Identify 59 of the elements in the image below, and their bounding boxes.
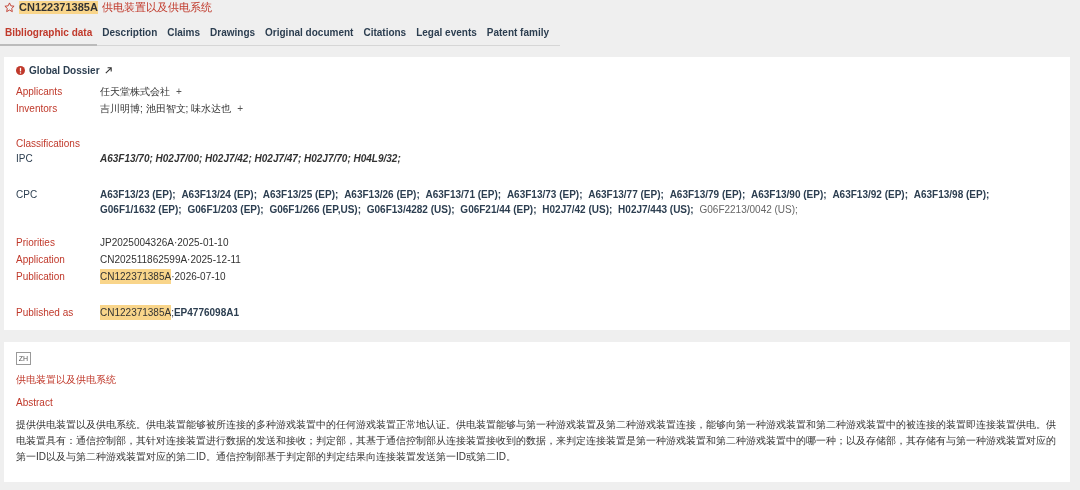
publication-number: CN122371385A [19,1,98,14]
tab[interactable]: Bibliographic data [0,22,98,46]
classification-code[interactable]: A63F13/25 (EP); [262,189,339,200]
classification-code[interactable]: G06F1/203 (EP); [187,204,264,215]
abstract-text: 提供供电装置以及供电系统。供电装置能够被所连接的多种游戏装置中的任何游戏装置正常地认证。供电装置能够与第一种游戏装置及第二种游戏装置连接，能够向第一种游戏装置和第二种游戏装置中的被连接的装置即连接装置供电。供电装置具有：通信控制部，其针对连接装置进行数据的发送和接收；判定部，其基于通信控制部从连接装置接收到的数据，来判定连接装置是第一种游戏装置和第二种游戏装置中的哪一种；以及存储部，其存储有与第一种游戏装置对应的第一ID以及与第二种游戏装置对应的第二ID。通信控制部基于判定部的判定结果向连接装置发送第一ID或第二ID。 [16,418,1057,464]
classification-code[interactable]: A63F13/24 (EP); [181,189,257,200]
global-dossier-link[interactable]: Global Dossier [29,65,100,76]
field-value: A63F13/70; H02J7/00; H02J7/42; H02J7/47; H02J7/70; H04L9/32; [100,152,401,166]
field-label: Priorities [16,236,56,250]
section-heading: Classifications [16,138,81,149]
section-heading: Abstract [16,397,54,408]
patent-title: 供电装置以及供电系统 [101,1,212,14]
external-link-icon[interactable] [103,66,113,75]
tab[interactable]: Legal events [411,22,482,46]
tab[interactable]: Original document [260,22,359,46]
expand-button[interactable]: + [237,101,243,116]
tab[interactable]: Citations [358,22,412,46]
document-number: CN202511862599A [100,253,188,267]
tab[interactable]: Description [97,22,163,46]
tab[interactable]: Claims [162,22,206,46]
classification-code[interactable]: A63F13/26 (EP); [344,189,420,200]
field-label: IPC [16,152,34,166]
classification-code[interactable]: A63F13/73 (EP); [506,189,583,200]
classification-code[interactable]: G06F21/44 (EP); [460,204,537,215]
field-label: Applicants [16,85,64,99]
classification-code[interactable]: A63F13/77 (EP); [588,189,664,200]
classification-code[interactable]: A63F13/98 (EP); [913,189,990,200]
classification-code[interactable]: G06F1/266 (EP,US); [269,204,361,215]
date: ·2026-07-10 [171,270,226,284]
field-label: Inventors [16,102,59,116]
classification-code[interactable]: A63F13/79 (EP); [669,189,746,200]
star-icon[interactable] [4,2,15,13]
date: ·2025-01-10 [173,236,229,250]
field-label: Publication [16,270,66,284]
classification-code[interactable]: A63F13/71 (EP); [425,189,502,200]
document-number: CN122371385A [100,305,172,320]
classification-code[interactable]: G06F1/1632 (EP); [100,204,182,215]
abstract-title: 供电装置以及供电系统 [16,373,117,387]
field-label: Published as [16,306,75,320]
classification-code[interactable]: A63F13/90 (EP); [751,189,827,200]
document-number: EP4776098A1 [173,306,239,320]
classification-code[interactable]: H02J7/42 (US); [542,204,613,215]
classification-code[interactable]: A63F13/23 (EP); [100,189,176,200]
tab[interactable]: Drawings [205,22,261,46]
date: ·2025-12-11 [187,253,241,267]
classification-code[interactable]: G06F2213/0042 (US); [699,204,798,215]
document-number: CN122371385A [100,269,172,284]
classification-code[interactable]: H02J7/443 (US); [618,204,694,215]
field-label: CPC [16,188,39,202]
classification-code[interactable]: A63F13/92 (EP); [832,189,908,200]
classification-code[interactable]: G06F13/4282 (US); [366,204,455,215]
field-label: Application [16,253,66,267]
info-icon [16,66,25,75]
document-number: ; [171,306,174,320]
field-value: 吉川明博; 池田智文; 味水达也 [100,102,232,116]
expand-button[interactable]: + [176,84,182,99]
document-number: JP2025004326A [100,236,174,250]
tab[interactable]: Patent family [481,22,555,46]
field-value: 任天堂株式会社 [100,85,170,99]
